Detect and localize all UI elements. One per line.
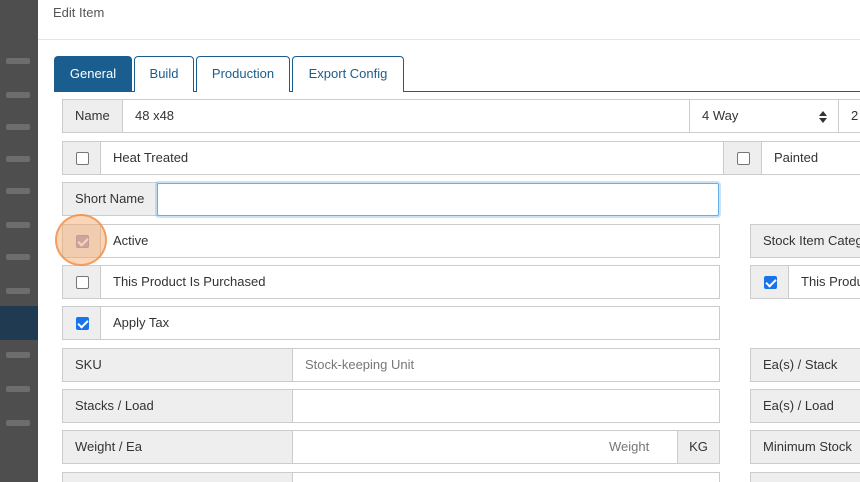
stock-item-category-label: Stock Item Categ (751, 225, 860, 257)
modal-title: Edit Item (53, 5, 105, 20)
edit-item-modal: Edit Item General Build Production Expor… (38, 0, 860, 482)
backdrop-item (6, 58, 30, 64)
next-row-label (63, 473, 293, 482)
backdrop-item (6, 124, 30, 130)
weight-unit: KG (677, 431, 719, 463)
ea-load-label: Ea(s) / Load (751, 390, 860, 422)
tab-export-config[interactable]: Export Config (292, 56, 404, 92)
painted-group: Painted (723, 141, 860, 175)
backdrop-item (6, 420, 30, 426)
backdrop-item (6, 254, 30, 260)
minimum-stock-label: Minimum Stock (751, 431, 860, 463)
painted-checkbox[interactable] (737, 152, 750, 165)
way-select-value: 4 Way (702, 108, 739, 123)
minimum-stock-group: Minimum Stock (750, 430, 860, 464)
backdrop-item (6, 352, 30, 358)
next-row-group (62, 472, 720, 482)
backdrop-item (6, 156, 30, 162)
backdrop-item (6, 92, 30, 98)
stacks-load-label: Stacks / Load (63, 390, 293, 422)
name-field-group: Name 48 x48 (62, 99, 692, 133)
stacks-load-group: Stacks / Load (62, 389, 720, 423)
way-select[interactable]: 4 Way (689, 99, 840, 133)
short-name-input[interactable] (157, 183, 719, 216)
next-row-right-group (750, 472, 860, 482)
ea-load-group: Ea(s) / Load (750, 389, 860, 423)
backdrop-item (6, 288, 30, 294)
active-label: Active (113, 233, 149, 248)
short-name-label-box: Short Name (62, 182, 158, 216)
tab-general[interactable]: General (54, 56, 132, 92)
extra-value: 2 (851, 108, 859, 123)
name-input[interactable]: 48 x48 (135, 100, 174, 132)
heat-treated-group: Heat Treated (62, 141, 725, 175)
heat-treated-label: Heat Treated (113, 150, 189, 165)
tab-production[interactable]: Production (196, 56, 290, 92)
modal-header: Edit Item (38, 0, 860, 40)
short-name-label: Short Name (63, 183, 157, 215)
ea-stack-group: Ea(s) / Stack (750, 348, 860, 382)
backdrop-item (6, 222, 30, 228)
name-label: Name (63, 100, 123, 132)
weight-input[interactable]: Weight (609, 431, 649, 463)
purchased-group: This Product Is Purchased (62, 265, 720, 299)
checkbox-cell (63, 307, 101, 339)
backdrop-item (6, 188, 30, 194)
checkbox-cell (63, 142, 101, 174)
heat-treated-checkbox[interactable] (76, 152, 89, 165)
checkbox-cell (63, 266, 101, 298)
sku-label: SKU (63, 349, 293, 381)
sku-input[interactable]: Stock-keeping Unit (305, 349, 414, 381)
apply-tax-checkbox[interactable] (76, 317, 89, 330)
backdrop-active-item (0, 306, 38, 340)
weight-ea-group: Weight / Ea Weight KG (62, 430, 720, 464)
next-row-right-label (751, 473, 860, 482)
active-group: Active (62, 224, 720, 258)
sku-group: SKU Stock-keeping Unit (62, 348, 720, 382)
backdrop-item (6, 386, 30, 392)
this-product-right-checkbox[interactable] (764, 276, 777, 289)
this-product-right-label: This Produ (801, 274, 860, 289)
backdrop-sidebar (0, 0, 38, 482)
checkbox-cell (63, 225, 101, 257)
apply-tax-label: Apply Tax (113, 315, 170, 330)
tab-build[interactable]: Build (134, 56, 194, 92)
purchased-checkbox[interactable] (76, 276, 89, 289)
purchased-label: This Product Is Purchased (113, 274, 266, 289)
active-checkbox[interactable] (76, 235, 89, 248)
tab-bar: General Build Production Export Config (54, 56, 860, 92)
checkbox-cell (724, 142, 762, 174)
extra-field[interactable]: 2 (838, 99, 860, 133)
stock-item-category-group: Stock Item Categ (750, 224, 860, 258)
ea-stack-label: Ea(s) / Stack (751, 349, 860, 381)
checkbox-cell (751, 266, 789, 298)
select-arrows-icon (819, 111, 827, 123)
painted-label: Painted (774, 150, 819, 165)
apply-tax-group: Apply Tax (62, 306, 720, 340)
weight-ea-label: Weight / Ea (63, 431, 293, 463)
this-product-right-group: This Produ (750, 265, 860, 299)
